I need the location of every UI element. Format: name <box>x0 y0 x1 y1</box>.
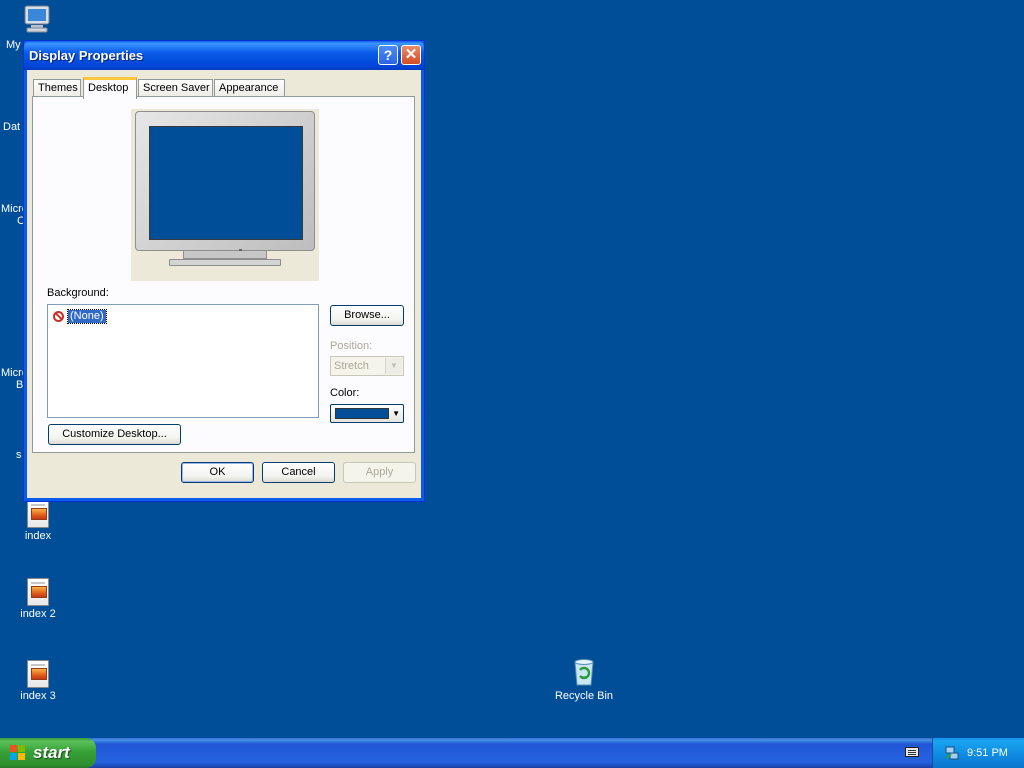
help-icon: ? <box>383 47 393 63</box>
my-computer-icon[interactable] <box>0 2 60 36</box>
close-button[interactable]: ✕ <box>401 45 421 65</box>
position-select[interactable]: Stretch ▼ <box>330 356 404 376</box>
start-label: start <box>33 743 70 762</box>
desktop-icon-label: index 3 <box>20 690 56 702</box>
chevron-down-icon: ▼ <box>385 358 402 374</box>
html-document-icon <box>27 660 49 688</box>
tab-desktop[interactable]: Desktop <box>83 77 137 99</box>
display-properties-window: Display Properties ? ✕ Themes Desktop Sc… <box>23 40 425 502</box>
monitor-power-led <box>239 249 242 251</box>
color-picker-button[interactable]: ▼ <box>330 404 404 423</box>
title-bar[interactable]: Display Properties ? ✕ <box>24 41 424 70</box>
help-button[interactable]: ? <box>378 45 398 65</box>
color-label: Color: <box>330 387 360 399</box>
no-background-icon <box>53 310 64 322</box>
tab-themes[interactable]: Themes <box>33 79 81 97</box>
monitor-base <box>169 259 281 266</box>
desktop-icon-recycle-bin[interactable]: Recycle Bin <box>546 656 622 703</box>
keyboard-icon[interactable] <box>905 747 919 757</box>
desktop-label-clipped: s <box>16 449 22 461</box>
tab-appearance[interactable]: Appearance <box>214 79 285 97</box>
customize-desktop-button[interactable]: Customize Desktop... <box>48 424 181 445</box>
monitor-preview-screen <box>149 126 303 240</box>
html-document-icon <box>27 500 49 528</box>
close-icon: ✕ <box>404 46 418 63</box>
dialog-body: Themes Desktop Screen Saver Appearance B… <box>28 70 420 497</box>
desktop-icon-index-3[interactable]: index 3 <box>0 660 76 703</box>
list-item[interactable]: (None) <box>53 308 107 324</box>
desktop-tab-panel: Background: (None) Browse... Position: S… <box>32 96 415 453</box>
system-tray: 9:51 PM <box>932 738 1024 768</box>
desktop-icon-index-2[interactable]: index 2 <box>0 578 76 621</box>
html-document-icon <box>27 578 49 606</box>
clock[interactable]: 9:51 PM <box>967 747 1008 759</box>
list-item-label: (None) <box>67 308 107 324</box>
browse-button[interactable]: Browse... <box>330 305 404 326</box>
cancel-button[interactable]: Cancel <box>262 462 335 483</box>
network-icon[interactable] <box>945 746 959 760</box>
apply-button[interactable]: Apply <box>343 462 416 483</box>
desktop-label-clipped: Dat <box>3 121 21 133</box>
ok-button[interactable]: OK <box>181 462 254 483</box>
color-swatch <box>335 408 389 419</box>
tab-screen-saver[interactable]: Screen Saver <box>138 79 213 97</box>
windows-logo-icon <box>10 745 26 761</box>
desktop-icon-label: index 2 <box>20 608 56 620</box>
desktop-label-clipped: My <box>6 39 21 51</box>
start-button[interactable]: start <box>0 738 96 768</box>
monitor-stand <box>183 251 267 259</box>
chevron-down-icon: ▼ <box>392 409 400 418</box>
taskbar: start 9:51 PM <box>0 738 1024 768</box>
desktop-icon-index[interactable]: index <box>0 500 76 543</box>
background-listbox[interactable]: (None) <box>47 304 319 418</box>
computer-icon <box>24 5 50 33</box>
background-label: Background: <box>47 287 109 299</box>
desktop-icon-label: index <box>24 530 52 542</box>
position-value: Stretch <box>334 360 369 372</box>
recycle-bin-icon <box>574 659 594 686</box>
window-title: Display Properties <box>29 48 144 63</box>
position-label: Position: <box>330 340 373 352</box>
desktop-icon-label: Recycle Bin <box>554 690 614 702</box>
